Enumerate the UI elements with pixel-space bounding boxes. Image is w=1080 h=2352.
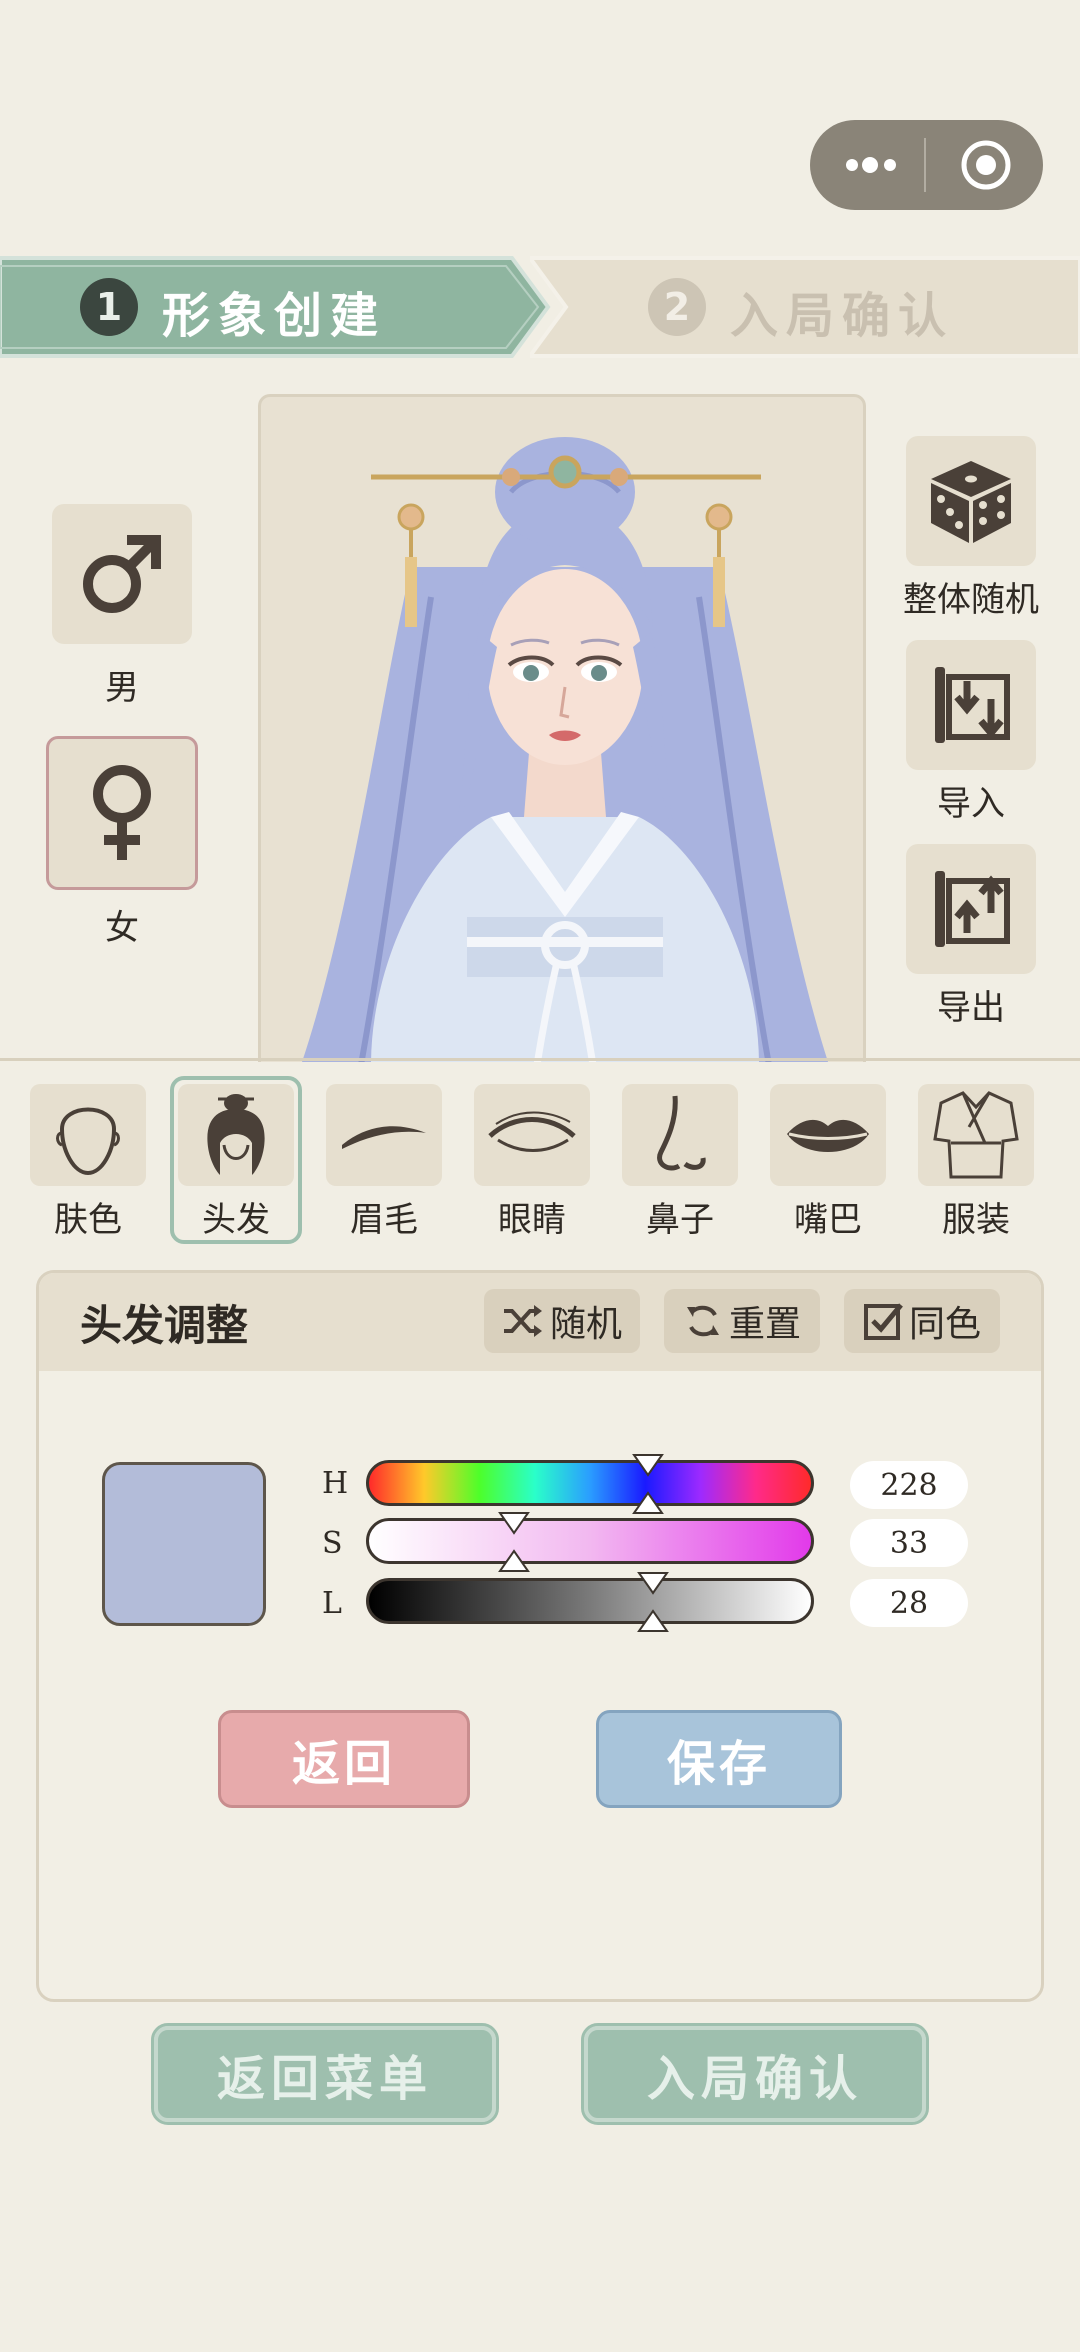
lightness-value: 28 <box>850 1579 968 1627</box>
character-portrait <box>258 394 866 1062</box>
category-eyes-label: 眼睛 <box>498 1200 566 1240</box>
male-symbol-icon <box>83 534 162 613</box>
import-button[interactable] <box>906 640 1036 770</box>
eyebrow-icon <box>342 1126 426 1149</box>
saturation-letter: S <box>322 1526 343 1561</box>
adjust-panel-title: 头发调整 <box>80 1301 249 1350</box>
scroll-import-icon <box>935 667 1010 743</box>
reset-arrows-icon <box>686 1305 719 1337</box>
robe-icon <box>933 1091 1019 1179</box>
scroll-export-icon <box>935 871 1010 947</box>
random-button[interactable]: 随机 <box>484 1289 640 1353</box>
export-button[interactable] <box>906 844 1036 974</box>
step-2-tab[interactable]: 2 入局确认 <box>530 252 1080 362</box>
male-button[interactable] <box>52 504 192 644</box>
random-all-label: 整体随机 <box>903 580 1039 620</box>
category-eyebrow-label: 眉毛 <box>350 1200 418 1240</box>
more-dots-icon[interactable] <box>838 143 908 187</box>
saturation-value: 33 <box>850 1519 968 1567</box>
save-button[interactable]: 保存 <box>596 1710 842 1808</box>
capsule-divider <box>924 138 926 192</box>
saturation-slider[interactable] <box>366 1518 814 1564</box>
category-mouth[interactable] <box>770 1084 886 1186</box>
category-clothes[interactable] <box>918 1084 1034 1186</box>
step-1-label: 形象创建 <box>162 288 387 344</box>
category-skin-label: 肤色 <box>54 1200 122 1240</box>
step-1-tab[interactable]: 1 形象创建 <box>0 252 552 362</box>
back-button[interactable]: 返回 <box>218 1710 470 1808</box>
step-1-number: 1 <box>80 278 138 336</box>
adjust-panel <box>36 1270 1044 2002</box>
step-2-number: 2 <box>648 278 706 336</box>
random-button-label: 随机 <box>549 1304 622 1345</box>
hair-bun-icon <box>207 1094 265 1175</box>
lightness-letter: L <box>322 1586 342 1621</box>
confirm-enter-button[interactable]: 入局确认 <box>581 2023 929 2125</box>
import-label: 导入 <box>937 784 1005 824</box>
nose-icon <box>657 1095 706 1171</box>
same-color-label: 同色 <box>908 1304 981 1345</box>
checkbox-checked-icon <box>863 1303 903 1340</box>
portrait-divider <box>0 1058 1080 1061</box>
dice-icon <box>931 461 1011 543</box>
category-mouth-label: 嘴巴 <box>794 1200 862 1240</box>
category-clothes-label: 服装 <box>942 1200 1010 1240</box>
lightness-slider-thumb[interactable] <box>635 1571 671 1641</box>
step-2-label: 入局确认 <box>730 288 955 344</box>
back-to-menu-button[interactable]: 返回菜单 <box>151 2023 499 2125</box>
hue-letter: H <box>322 1466 349 1501</box>
category-eyes[interactable] <box>474 1084 590 1186</box>
category-nose[interactable] <box>622 1084 738 1186</box>
shuffle-icon <box>503 1305 542 1337</box>
hue-slider-thumb[interactable] <box>630 1453 666 1523</box>
saturation-slider-thumb[interactable] <box>496 1511 532 1581</box>
reset-button[interactable]: 重置 <box>664 1289 820 1353</box>
female-label: 女 <box>105 908 139 948</box>
category-skin[interactable] <box>30 1084 146 1186</box>
lips-icon <box>787 1119 869 1152</box>
female-symbol-icon <box>93 765 151 860</box>
same-color-toggle[interactable]: 同色 <box>844 1289 1000 1353</box>
eye-icon <box>488 1111 576 1152</box>
category-eyebrow[interactable] <box>326 1084 442 1186</box>
face-outline-icon <box>56 1107 120 1176</box>
export-label: 导出 <box>937 988 1005 1028</box>
category-hair[interactable] <box>178 1084 294 1186</box>
hue-slider[interactable] <box>366 1460 814 1506</box>
category-nose-label: 鼻子 <box>646 1200 714 1240</box>
hue-value: 228 <box>850 1461 968 1509</box>
male-label: 男 <box>105 668 139 708</box>
lightness-slider[interactable] <box>366 1578 814 1624</box>
category-hair-label: 头发 <box>202 1200 270 1240</box>
reset-button-label: 重置 <box>728 1304 801 1345</box>
hair-color-preview <box>102 1462 266 1626</box>
female-button[interactable] <box>46 736 198 890</box>
target-close-icon[interactable] <box>960 139 1012 191</box>
random-all-button[interactable] <box>906 436 1036 566</box>
